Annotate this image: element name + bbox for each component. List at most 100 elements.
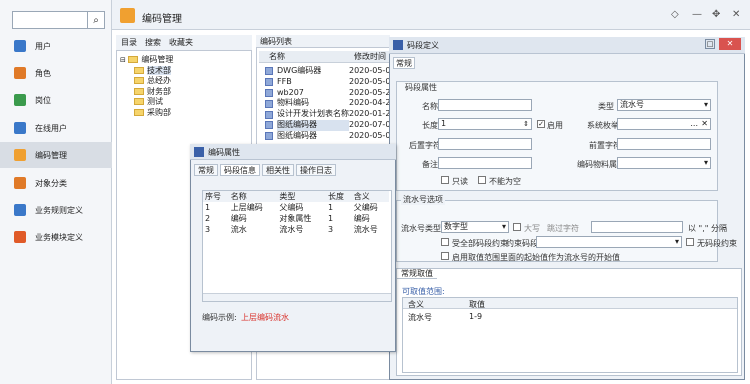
clear-icon[interactable]: ✕: [701, 119, 708, 129]
segment-table-body: 序号 名称 类型 长度 含义 1 上层编码 父编码 1 父编码 2 编码 对象属…: [203, 191, 389, 235]
item-name: 物料编码: [277, 98, 309, 108]
close-icon[interactable]: ✕: [732, 9, 740, 20]
tab-directory[interactable]: 目录: [118, 37, 140, 48]
online-user-icon: [14, 122, 26, 134]
sidebar-item-rule[interactable]: 业务规则定义: [0, 197, 112, 223]
tree-item-test[interactable]: 测试: [120, 97, 173, 108]
length-stepper[interactable]: 1 ⇕: [438, 118, 532, 130]
close-icon[interactable]: ✕: [719, 38, 741, 50]
stepper-icon[interactable]: ⇕: [523, 119, 529, 129]
list-item[interactable]: DWG编码器 2020-05-04: [259, 66, 390, 77]
tab-segment-info[interactable]: 码段信息: [220, 164, 260, 176]
tree-item-tech[interactable]: 技术部: [120, 65, 173, 77]
tab-code-list[interactable]: 编码列表: [256, 35, 390, 48]
chevron-down-icon[interactable]: ▾: [502, 222, 506, 232]
search-icon[interactable]: ⌕: [87, 12, 104, 28]
role-icon: [14, 67, 26, 79]
tab-value-general[interactable]: 常规取值: [397, 268, 437, 279]
table-row[interactable]: 3 流水 流水号 3 流水号: [203, 224, 389, 235]
sidebar-item-label: 对象分类: [35, 178, 67, 188]
move-icon[interactable]: ✥: [712, 9, 720, 20]
search-input[interactable]: ⌕: [12, 11, 105, 29]
start-value-label: 启用取值范围里面的起始值作为流水号的开始值: [452, 253, 620, 262]
column-time[interactable]: 修改时间: [354, 51, 386, 63]
item-time: 2020-01-21: [349, 109, 390, 119]
chevron-down-icon[interactable]: ▾: [704, 158, 708, 168]
prefix-input[interactable]: [617, 138, 711, 150]
sidebar-item-category[interactable]: 对象分类: [0, 170, 112, 196]
sidebar-item-code-manage[interactable]: 编码管理: [0, 142, 112, 168]
tab-general[interactable]: 常规: [194, 164, 218, 176]
cell-name: 流水: [230, 225, 247, 234]
table-row[interactable]: 2 编码 对象属性 1 编码: [203, 213, 389, 224]
list-item[interactable]: 图纸编码器 2020-05-07: [259, 131, 390, 142]
chevron-down-icon[interactable]: ▾: [704, 100, 708, 110]
sidebar-item-module[interactable]: 业务模块定义: [0, 224, 112, 250]
sidebar-item-online-user[interactable]: 在线用户: [0, 115, 112, 141]
table-row[interactable]: 1 上层编码 父编码 1 父编码: [203, 202, 389, 213]
tree-item-finance[interactable]: 财务部: [120, 87, 173, 98]
segment-table: 序号 名称 类型 长度 含义 1 上层编码 父编码 1 父编码 2 编码 对象属…: [202, 190, 392, 302]
cell-type: 父编码: [279, 203, 304, 212]
item-name: 图纸编码器: [277, 130, 317, 140]
all-constraint-label: 受全部码段约束: [452, 239, 508, 248]
name-input[interactable]: [438, 99, 532, 111]
constraint-label: 约束码段: [506, 239, 538, 248]
serial-type-label: 流水号类型: [401, 224, 441, 233]
type-value: 流水号: [620, 100, 644, 109]
column-name[interactable]: 名称: [269, 51, 285, 63]
list-item[interactable]: 物料编码 2020-04-20: [259, 98, 390, 109]
remark-input[interactable]: [438, 157, 532, 169]
tab-operation-log[interactable]: 操作日志: [296, 164, 336, 176]
folder-icon: [128, 56, 139, 63]
tab-search[interactable]: 搜索: [142, 37, 164, 48]
item-name: FFB: [277, 76, 292, 86]
column-type: 类型: [279, 192, 296, 201]
sidebar-item-label: 业务规则定义: [35, 205, 83, 215]
all-constraint-checkbox[interactable]: [441, 238, 449, 246]
tree-item-office[interactable]: 总经办: [120, 76, 173, 87]
notnull-checkbox[interactable]: [478, 176, 486, 184]
attr-tabs: 常规 码段信息 相关性 操作日志: [194, 164, 392, 176]
material-select[interactable]: ▾: [617, 157, 711, 169]
list-item[interactable]: 设计开发计划表名称...2020-01-21: [259, 109, 390, 120]
start-value-checkbox[interactable]: [441, 252, 449, 260]
sidebar-item-role[interactable]: 角色: [0, 60, 112, 86]
restore-icon[interactable]: ◇: [671, 9, 679, 20]
range-value: 1-9: [469, 312, 483, 321]
sidebar-item-post[interactable]: 岗位: [0, 87, 112, 113]
skip-input[interactable]: [591, 221, 683, 233]
tab-favorites[interactable]: 收藏夹: [166, 37, 196, 48]
uppercase-checkbox[interactable]: [513, 223, 521, 231]
list-item[interactable]: 图纸编码器2020-07-06: [259, 120, 390, 131]
suffix-label: 后置字符: [409, 141, 441, 150]
table-header: 序号 名称 类型 长度 含义: [203, 191, 389, 202]
no-constraint-checkbox[interactable]: [686, 238, 694, 246]
folder-icon: [134, 77, 144, 85]
constraint-select[interactable]: ▾: [536, 236, 682, 248]
maximize-icon[interactable]: □: [705, 39, 715, 49]
list-item[interactable]: wb207 2020-05-25: [259, 88, 390, 99]
field-picker[interactable]: ... ✕: [617, 118, 711, 130]
tree-item-purchase[interactable]: 采购部: [120, 108, 173, 119]
item-time: 2020-05-07: [349, 130, 390, 140]
chevron-down-icon[interactable]: ▾: [675, 237, 679, 247]
document-icon: [265, 99, 273, 108]
tab-general[interactable]: 常规: [393, 57, 415, 69]
sidebar-item-user[interactable]: 用户: [0, 33, 112, 59]
cell-meaning: 编码: [353, 214, 370, 223]
readonly-checkbox[interactable]: [441, 176, 449, 184]
browse-button[interactable]: ...: [690, 119, 698, 129]
serial-type-select[interactable]: 数字型 ▾: [441, 221, 509, 233]
horizontal-scrollbar[interactable]: [203, 293, 391, 301]
tab-relation[interactable]: 相关性: [262, 164, 294, 176]
suffix-input[interactable]: [438, 138, 532, 150]
group-label: 码段属性: [405, 83, 437, 92]
enable-checkbox[interactable]: ✓: [537, 120, 545, 128]
tree-root[interactable]: ⊟ 编码管理: [120, 55, 173, 66]
minimize-icon[interactable]: —: [692, 9, 702, 20]
table-row[interactable]: 流水号 1-9: [403, 312, 737, 323]
list-item[interactable]: FFB 2020-05-06: [259, 77, 390, 88]
type-select[interactable]: 流水号 ▾: [617, 99, 711, 111]
item-time: 2020-07-06: [349, 120, 390, 129]
